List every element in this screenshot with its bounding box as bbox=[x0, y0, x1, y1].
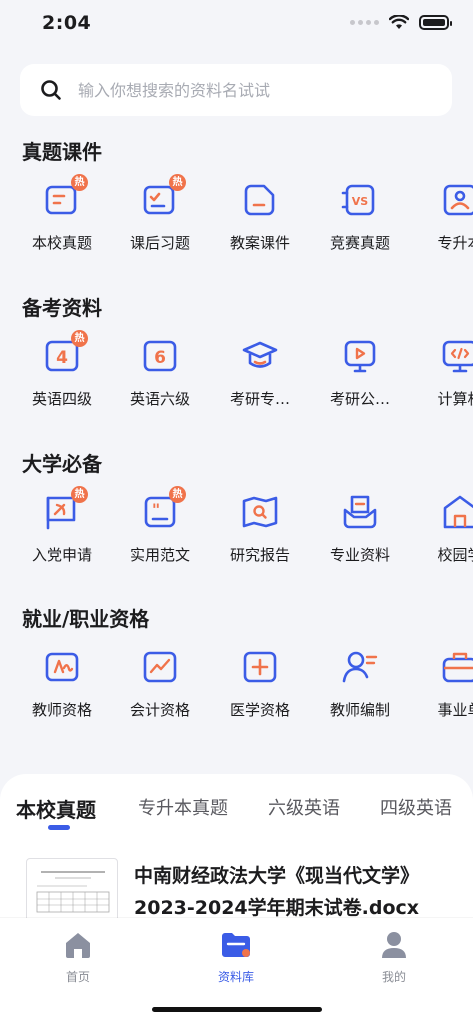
hot-badge: 热 bbox=[71, 486, 88, 503]
tab-upgrade-exams[interactable]: 专升本真题 bbox=[138, 794, 228, 820]
category-item[interactable]: VS 竞赛真题 bbox=[310, 180, 410, 253]
category-item[interactable]: 医学资格 bbox=[210, 647, 310, 720]
category-item[interactable]: 校园学 bbox=[410, 492, 473, 565]
profile-icon bbox=[382, 932, 406, 958]
tab-bar-label: 首页 bbox=[65, 970, 90, 984]
status-bar: 2:04 bbox=[0, 0, 473, 52]
category-item[interactable]: 教师资格 bbox=[12, 647, 112, 720]
signal-icon bbox=[350, 20, 379, 25]
category-label: 校园学 bbox=[437, 546, 473, 564]
graduation-cap-icon bbox=[242, 341, 278, 368]
chart-trend-icon bbox=[143, 651, 177, 683]
school-building-icon bbox=[443, 495, 473, 529]
category-label: 本校真题 bbox=[31, 234, 92, 252]
category-label: 实用范文 bbox=[129, 546, 190, 564]
category-item[interactable]: 专升本 bbox=[410, 180, 473, 253]
category-label: 英语四级 bbox=[31, 390, 92, 408]
category-label: 医学资格 bbox=[229, 701, 290, 719]
hot-badge: 热 bbox=[169, 486, 186, 503]
tab-bar-home[interactable]: 首页 bbox=[28, 930, 128, 985]
section-title: 备考资料 bbox=[22, 296, 102, 320]
category-item[interactable]: 研究报告 bbox=[210, 492, 310, 565]
document-title[interactable]: 中南财经政法大学《现当代文学》2023-2024学年期末试卷.docx bbox=[134, 860, 454, 924]
vs-icon: VS bbox=[341, 184, 375, 216]
briefcase-icon bbox=[442, 652, 473, 683]
wifi-icon bbox=[389, 15, 409, 29]
category-label: 教师资格 bbox=[31, 701, 92, 719]
battery-icon bbox=[419, 15, 452, 30]
tab-bar-library[interactable]: 资料库 bbox=[186, 930, 286, 985]
search-bar[interactable] bbox=[20, 64, 452, 116]
home-icon bbox=[66, 933, 90, 958]
category-grid: 4 热 英语四级 6 英语六级 考研专… 考研公… 计算 bbox=[0, 330, 473, 416]
tab-bar-label: 资料库 bbox=[217, 970, 254, 984]
user-list-icon bbox=[342, 651, 378, 683]
level-6-icon: 6 bbox=[143, 340, 177, 372]
category-label: 研究报告 bbox=[229, 546, 290, 564]
svg-text:": " bbox=[152, 500, 160, 519]
category-label: 教师编制 bbox=[329, 701, 390, 719]
category-label: 入党申请 bbox=[31, 546, 92, 564]
category-label: 考研公… bbox=[329, 390, 390, 408]
category-item[interactable]: 会计资格 bbox=[110, 647, 210, 720]
search-input[interactable] bbox=[78, 80, 418, 100]
svg-text:VS: VS bbox=[352, 195, 369, 208]
file-icon bbox=[244, 184, 275, 216]
category-item[interactable]: 考研公… bbox=[310, 336, 410, 409]
section-title: 真题课件 bbox=[22, 140, 102, 164]
category-label: 专升本 bbox=[437, 234, 473, 252]
category-label: 事业单 bbox=[437, 701, 473, 719]
category-item[interactable]: 计算机 bbox=[410, 336, 473, 409]
category-item[interactable]: 热 入党申请 bbox=[12, 486, 112, 565]
category-label: 考研专… bbox=[229, 390, 290, 408]
category-label: 竞赛真题 bbox=[329, 234, 390, 252]
home-indicator bbox=[152, 1007, 322, 1012]
tab-indicator bbox=[48, 825, 70, 830]
category-item[interactable]: 事业单 bbox=[410, 647, 473, 720]
category-grid: 教师资格 会计资格 医学资格 教师编制 事业 bbox=[0, 647, 473, 727]
search-icon bbox=[41, 80, 61, 100]
medical-cross-icon bbox=[243, 651, 277, 683]
hot-badge: 热 bbox=[169, 174, 186, 191]
category-label: 英语六级 bbox=[129, 390, 190, 408]
tab-bar-profile[interactable]: 我的 bbox=[344, 930, 444, 985]
status-time: 2:04 bbox=[42, 12, 92, 34]
category-grid: 热 入党申请 " 热 实用范文 研究报告 专业资料 校园 bbox=[0, 486, 473, 572]
section-title: 就业/职业资格 bbox=[22, 607, 150, 631]
status-icons bbox=[350, 15, 452, 30]
category-label: 教案课件 bbox=[229, 234, 290, 252]
tab-cet6[interactable]: 六级英语 bbox=[268, 794, 340, 820]
category-item[interactable]: 考研专… bbox=[210, 336, 310, 409]
person-card-icon bbox=[443, 184, 473, 216]
category-item[interactable]: 热 课后习题 bbox=[110, 174, 210, 253]
category-item[interactable]: " 热 实用范文 bbox=[110, 486, 210, 565]
map-search-icon bbox=[242, 496, 278, 528]
teacher-cert-icon bbox=[45, 652, 79, 682]
category-item[interactable]: 4 热 英语四级 bbox=[12, 330, 112, 409]
section-title: 大学必备 bbox=[22, 452, 102, 476]
folder-icon bbox=[222, 933, 250, 957]
category-item[interactable]: 6 英语六级 bbox=[110, 336, 210, 409]
category-label: 课后习题 bbox=[129, 234, 190, 252]
category-label: 计算机 bbox=[437, 390, 473, 408]
tab-bar-label: 我的 bbox=[381, 970, 406, 984]
category-item[interactable]: 教案课件 bbox=[210, 180, 310, 253]
tab-school-exams[interactable]: 本校真题 bbox=[16, 794, 96, 823]
category-item[interactable]: 热 本校真题 bbox=[12, 174, 112, 253]
hot-badge: 热 bbox=[71, 330, 88, 347]
category-item[interactable]: 专业资料 bbox=[310, 492, 410, 565]
category-grid: 热 本校真题 热 课后习题 教案课件 VS 竞赛真题 专升 bbox=[0, 174, 473, 260]
tab-cet4[interactable]: 四级英语 bbox=[380, 794, 452, 820]
svg-text:6: 6 bbox=[154, 348, 166, 368]
category-label: 专业资料 bbox=[329, 546, 390, 564]
code-monitor-icon bbox=[442, 340, 473, 373]
inbox-icon bbox=[343, 495, 377, 529]
hot-badge: 热 bbox=[71, 174, 88, 191]
category-label: 会计资格 bbox=[129, 701, 190, 719]
video-screen-icon bbox=[344, 340, 376, 373]
category-item[interactable]: 教师编制 bbox=[310, 647, 410, 720]
svg-text:4: 4 bbox=[56, 348, 68, 368]
